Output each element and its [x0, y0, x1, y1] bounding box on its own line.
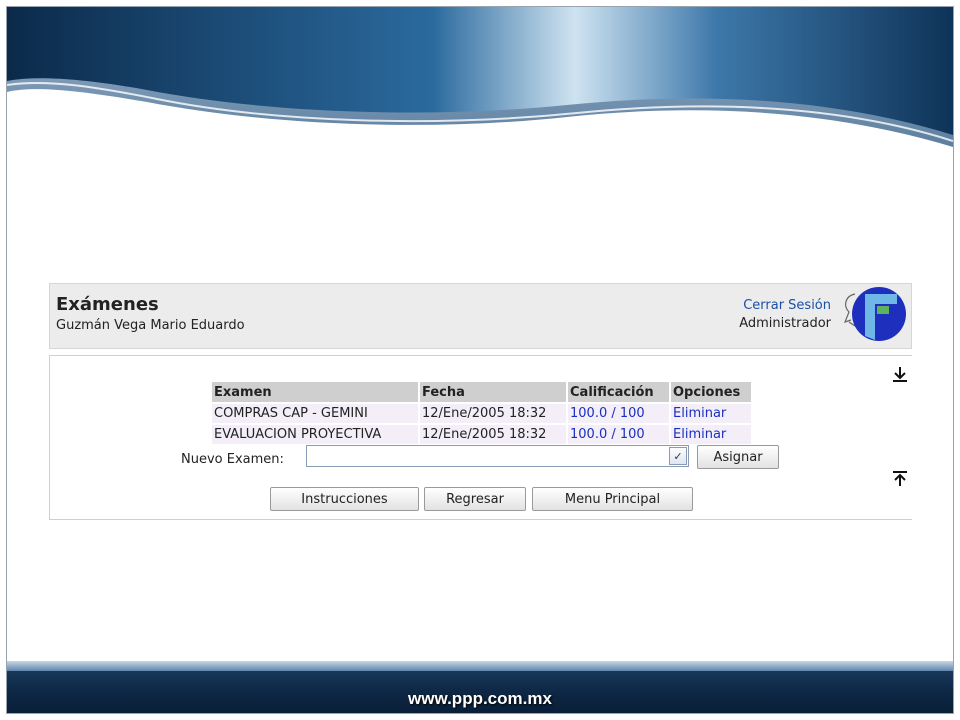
table-row: EVALUACION PROYECTIVA 12/Ene/2005 18:32 … — [212, 423, 753, 444]
column-header-score: Calificación — [567, 382, 671, 403]
top-banner — [7, 7, 953, 147]
arrow-up-to-line-icon[interactable] — [890, 469, 910, 489]
page-header: Exámenes Guzmán Vega Mario Eduardo Cerra… — [49, 283, 912, 349]
new-exam-select[interactable]: ✓ — [306, 445, 689, 467]
exam-date: 12/Ene/2005 18:32 — [419, 402, 568, 424]
exams-table: Examen Fecha Calificación Opciones COMPR… — [212, 382, 753, 444]
assign-button[interactable]: Asignar — [697, 445, 779, 469]
exam-score: 100.0 / 100 — [567, 423, 671, 444]
column-header-options: Opciones — [670, 382, 753, 403]
delete-link[interactable]: Eliminar — [673, 427, 726, 442]
column-header-exam: Examen — [212, 382, 420, 403]
instructions-button[interactable]: Instrucciones — [270, 487, 419, 511]
page-title: Exámenes — [56, 294, 159, 315]
column-header-date: Fecha — [419, 382, 568, 403]
exams-panel: Examen Fecha Calificación Opciones COMPR… — [49, 355, 912, 520]
logout-link[interactable]: Cerrar Sesión — [743, 298, 831, 313]
site-url: www.ppp.com.mx — [408, 689, 552, 708]
main-menu-button[interactable]: Menu Principal — [532, 487, 693, 511]
delete-link[interactable]: Eliminar — [673, 406, 726, 421]
arrow-down-to-line-icon[interactable] — [890, 364, 910, 384]
new-exam-label: Nuevo Examen: — [181, 452, 284, 467]
company-logo-icon — [843, 287, 906, 341]
exam-date: 12/Ene/2005 18:32 — [419, 423, 568, 444]
back-button[interactable]: Regresar — [424, 487, 526, 511]
user-role: Administrador — [739, 316, 831, 331]
user-name: Guzmán Vega Mario Eduardo — [56, 318, 245, 333]
exam-name: COMPRAS CAP - GEMINI — [212, 402, 420, 424]
table-row: COMPRAS CAP - GEMINI 12/Ene/2005 18:32 1… — [212, 402, 753, 424]
bottom-banner: www.ppp.com.mx — [7, 661, 953, 713]
chevron-down-icon[interactable]: ✓ — [669, 447, 687, 465]
table-header-row: Examen Fecha Calificación Opciones — [212, 382, 753, 403]
exam-name: EVALUACION PROYECTIVA — [212, 423, 420, 444]
exam-score: 100.0 / 100 — [567, 402, 671, 424]
